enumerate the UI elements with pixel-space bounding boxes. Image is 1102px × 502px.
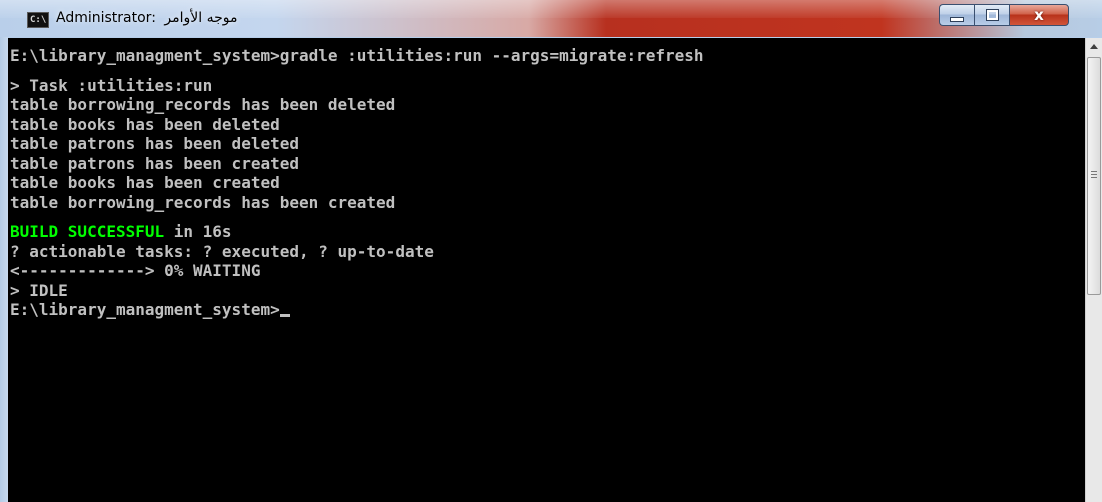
terminal-line: table borrowing_records has been created: [10, 192, 396, 212]
terminal-line: table patrons has been created: [10, 153, 299, 173]
terminal-line: ? actionable tasks: ? executed, ? up-to-…: [10, 241, 434, 261]
maximize-icon: [985, 9, 999, 21]
minimize-icon: [950, 16, 964, 22]
terminal-line: table patrons has been deleted: [10, 134, 299, 153]
prompt-line[interactable]: E:\library_managment_system>: [10, 300, 704, 320]
minimize-button[interactable]: [939, 4, 974, 26]
terminal-line: table books has been deleted: [10, 114, 280, 134]
terminal-output[interactable]: E:\library_managment_system>gradle :util…: [8, 38, 1085, 502]
window-frame-left: [0, 37, 8, 502]
close-button[interactable]: x: [1009, 4, 1069, 26]
text-cursor: [279, 314, 290, 317]
vertical-scrollbar[interactable]: [1085, 38, 1102, 502]
command-prompt: E:\library_managment_system>: [10, 300, 280, 319]
console-app-icon[interactable]: C:\: [27, 12, 49, 28]
build-status-line: BUILD SUCCESSFUL in 16s: [10, 222, 704, 242]
window-title-suffix: موجه الأوامر: [164, 10, 238, 26]
terminal-line: > IDLE: [10, 280, 68, 300]
scroll-up-button[interactable]: [1086, 38, 1102, 55]
grip-icon: [1091, 171, 1097, 178]
terminal-line: > Task :utilities:run: [10, 75, 213, 95]
caption-buttons: x: [939, 4, 1069, 26]
build-status: BUILD SUCCESSFUL: [10, 222, 165, 241]
window-title: Administrator: موجه الأوامر: [56, 10, 237, 26]
console-window: C:\ Administrator: موجه الأوامر x E:\lib…: [0, 0, 1102, 502]
maximize-button[interactable]: [974, 4, 1009, 26]
window-title-prefix: Administrator:: [56, 10, 156, 26]
terminal-line: table books has been created: [10, 173, 280, 192]
scroll-thumb[interactable]: [1087, 57, 1101, 295]
console-icon-text: C:\: [30, 15, 47, 25]
title-bar[interactable]: C:\ Administrator: موجه الأوامر x: [0, 0, 1102, 37]
arrow-up-icon: [1090, 44, 1098, 49]
close-icon: x: [1034, 6, 1044, 24]
terminal-line: <-------------> 0% WAITING: [10, 261, 261, 280]
terminal-line: E:\library_managment_system>gradle :util…: [10, 46, 704, 65]
terminal-line: table borrowing_records has been deleted: [10, 95, 396, 114]
build-time: in 16s: [164, 222, 232, 241]
terminal-lines: E:\library_managment_system>gradle :util…: [10, 46, 704, 320]
